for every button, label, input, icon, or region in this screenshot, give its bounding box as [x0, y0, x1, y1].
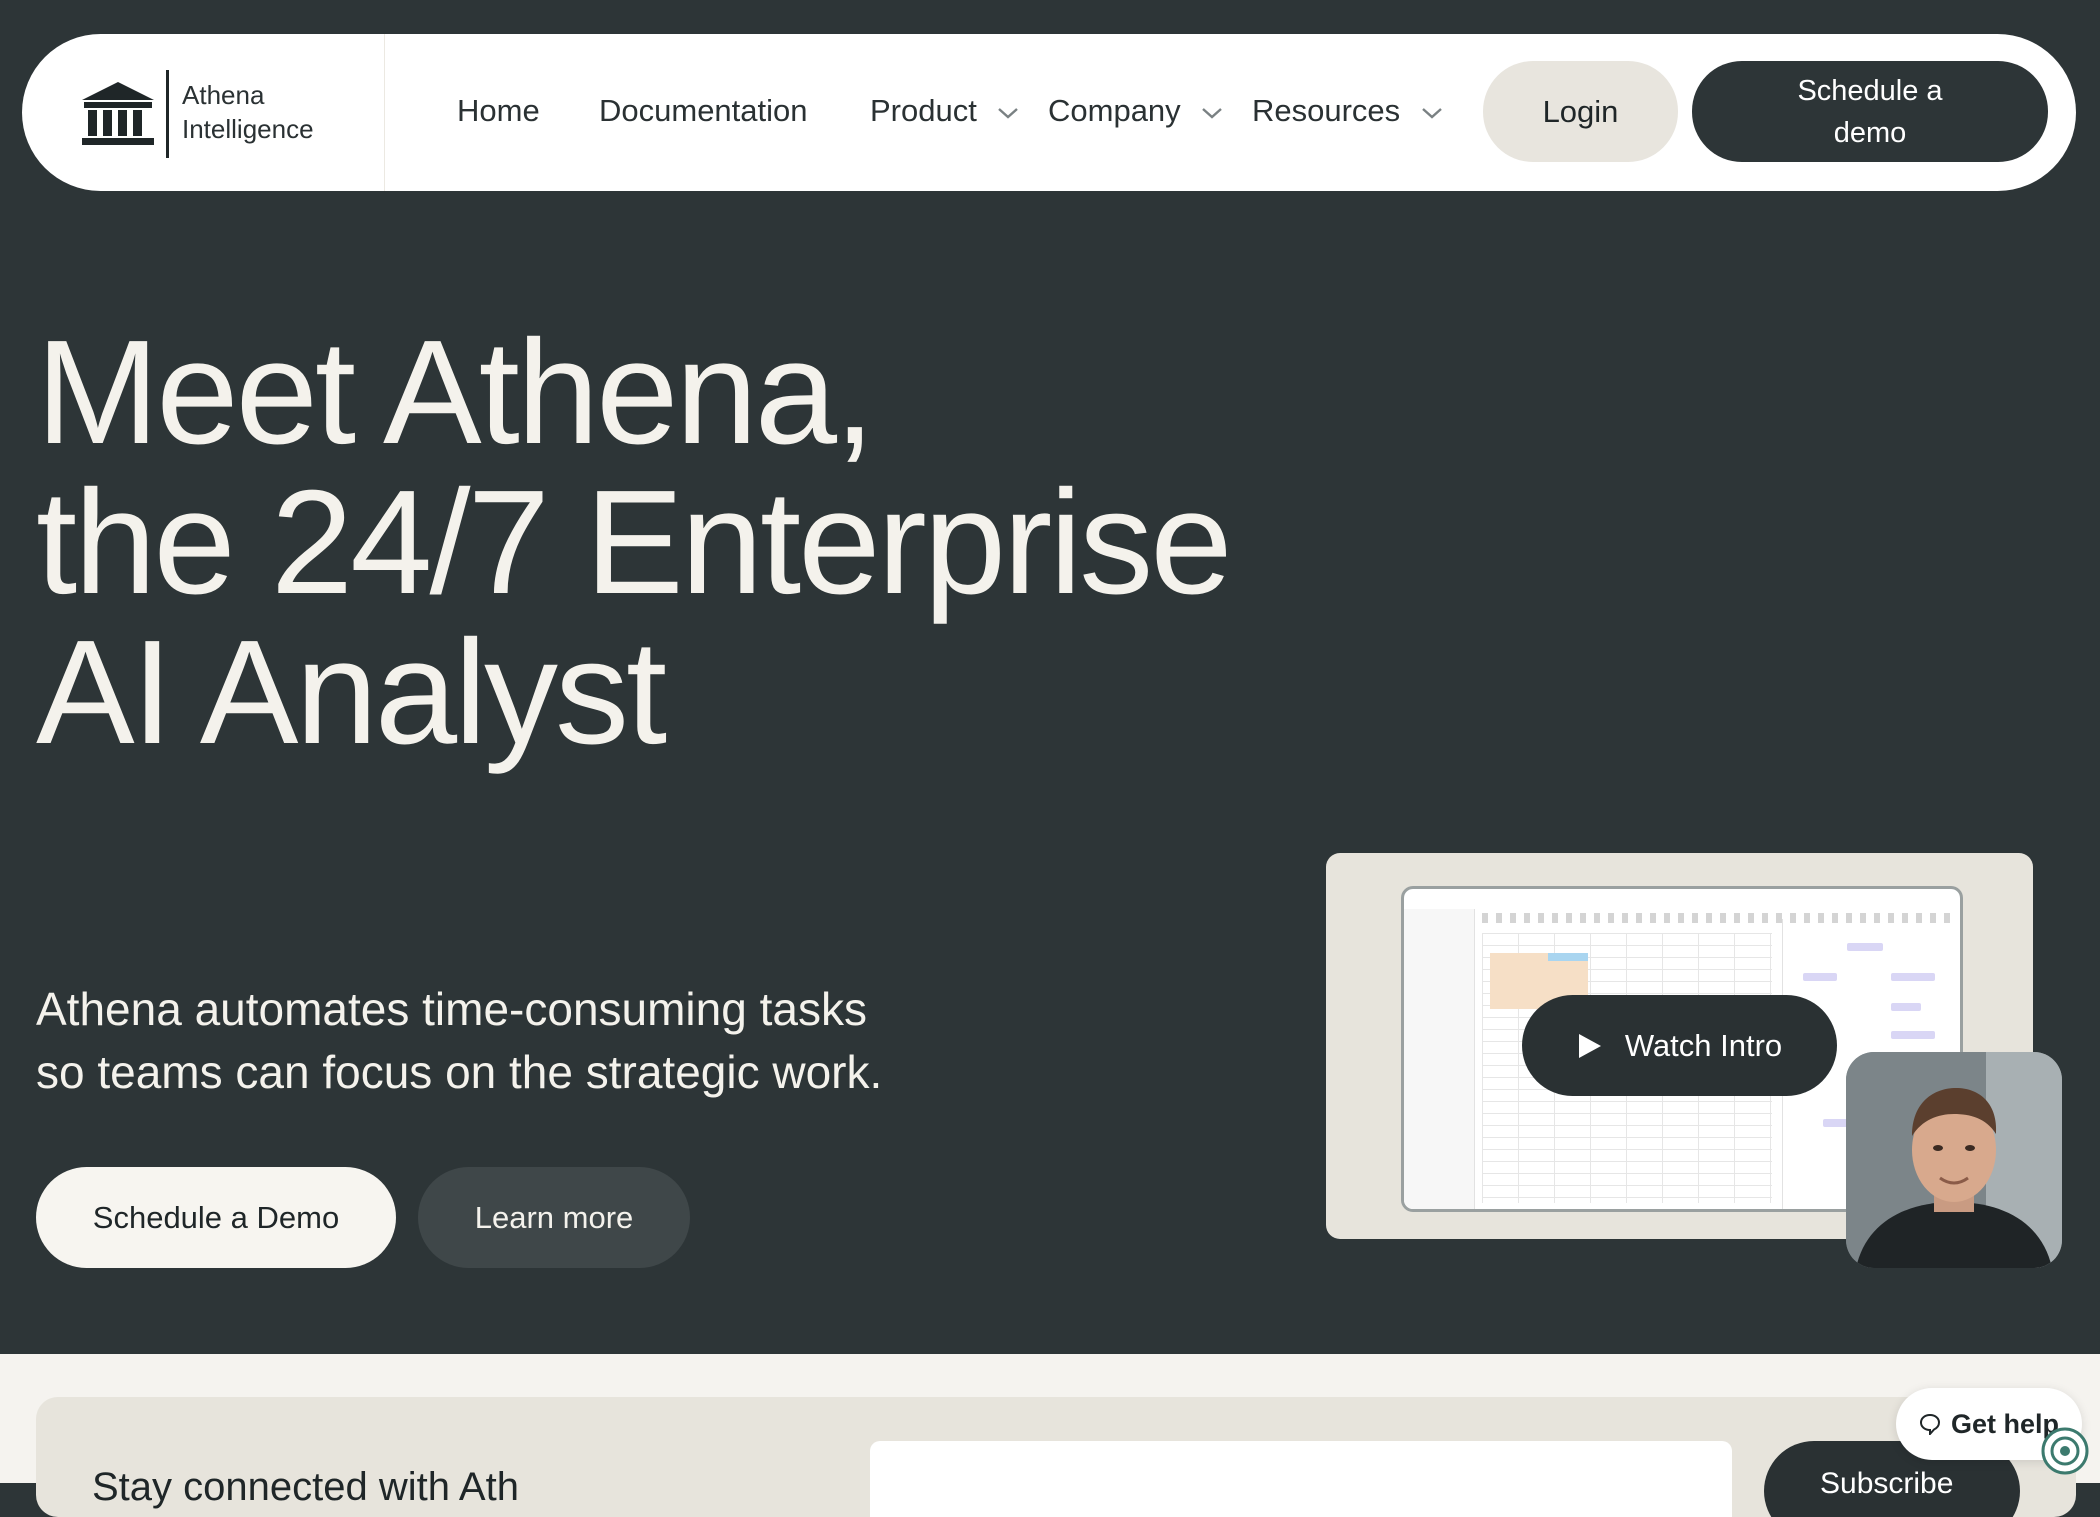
hero-subtitle-line-1: Athena automates time-consuming tasks	[36, 983, 867, 1035]
brand-name-line-2: Intelligence	[182, 114, 314, 144]
learn-more-button[interactable]: Learn more	[418, 1167, 690, 1268]
top-navigation: Athena Intelligence Home Documentation P…	[22, 34, 2076, 191]
chevron-down-icon	[998, 107, 1019, 119]
nav-dropdown-product[interactable]: Product	[870, 90, 1019, 132]
support-widget-icon[interactable]	[2040, 1426, 2090, 1476]
newsletter-card: Stay connected with Ath Subscribe	[36, 1397, 2076, 1517]
schedule-demo-nav-button[interactable]: Schedule a demo	[1692, 61, 2048, 162]
thumbnail-selection	[1548, 953, 1588, 961]
thumbnail-flow-node	[1891, 1031, 1935, 1039]
chevron-down-icon	[1422, 107, 1442, 119]
nav-dropdown-company-label: Company	[1048, 93, 1181, 128]
nav-link-home[interactable]: Home	[457, 90, 540, 132]
subscribe-button-label: Subscribe	[1820, 1467, 1954, 1500]
login-button[interactable]: Login	[1483, 61, 1678, 162]
chat-bubble-icon	[1919, 1413, 1940, 1435]
schedule-demo-hero-button[interactable]: Schedule a Demo	[36, 1167, 396, 1268]
nav-dropdown-company[interactable]: Company	[1048, 90, 1223, 132]
nav-link-home-label: Home	[457, 93, 540, 128]
presenter-video-avatar[interactable]	[1846, 1052, 2062, 1268]
newsletter-email-input[interactable]	[870, 1441, 1732, 1517]
nav-dropdown-product-label: Product	[870, 93, 977, 128]
thumbnail-flow-node	[1847, 943, 1883, 951]
bank-building-icon	[82, 82, 154, 145]
nav-dropdown-resources[interactable]: Resources	[1252, 90, 1443, 132]
hero-title: Meet Athena, the 24/7 Enterprise AI Anal…	[36, 310, 1233, 775]
nav-link-documentation-label: Documentation	[599, 93, 808, 128]
login-button-label: Login	[1542, 93, 1619, 129]
brand-logo-link[interactable]: Athena Intelligence	[22, 34, 385, 191]
brand-name: Athena Intelligence	[182, 78, 314, 146]
nav-dropdown-resources-label: Resources	[1252, 93, 1401, 128]
brand-name-line-1: Athena	[182, 80, 265, 110]
newsletter-heading: Stay connected with Ath	[92, 1465, 519, 1509]
hero-subtitle-line-2: so teams can focus on the strategic work…	[36, 1046, 883, 1098]
hero-title-line-2: the 24/7 Enterprise	[36, 460, 1233, 625]
schedule-demo-nav-label: Schedule a demo	[1797, 74, 1943, 149]
thumbnail-flow-node	[1891, 1003, 1921, 1011]
hero-subtitle: Athena automates time-consuming tasks so…	[36, 978, 882, 1104]
learn-more-label: Learn more	[474, 1199, 634, 1235]
watch-intro-label: Watch Intro	[1624, 1027, 1783, 1063]
thumbnail-flow-node	[1891, 973, 1935, 981]
presenter-portrait-icon	[1846, 1052, 2062, 1268]
chevron-down-icon	[1202, 107, 1223, 119]
schedule-demo-hero-label: Schedule a Demo	[92, 1199, 340, 1235]
brand-divider	[166, 70, 169, 158]
thumbnail-flow-node	[1803, 973, 1837, 981]
watch-intro-button[interactable]: Watch Intro	[1522, 995, 1837, 1096]
hero-title-line-3: AI Analyst	[36, 610, 667, 775]
nav-link-documentation[interactable]: Documentation	[599, 90, 808, 132]
hero-title-line-1: Meet Athena,	[36, 310, 875, 475]
thumbnail-sidebar	[1404, 909, 1475, 1209]
play-icon	[1578, 1033, 1601, 1058]
